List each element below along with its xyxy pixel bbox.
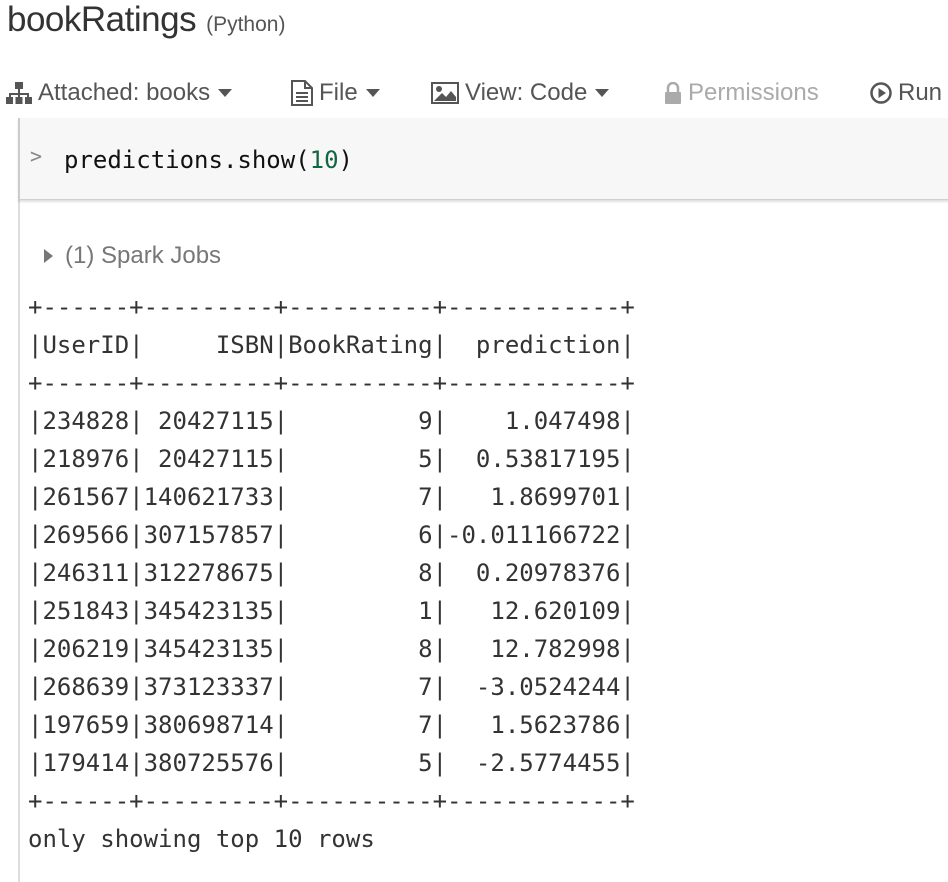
code-argument: 10: [309, 146, 339, 174]
file-icon: [291, 80, 313, 106]
caret-down-icon: [218, 89, 233, 97]
lock-icon: [665, 82, 681, 104]
permissions-label: Permissions: [688, 79, 819, 106]
code-call: predictions.show(: [64, 146, 310, 174]
table-row: |197659|380698714| 7| 1.5623786|: [28, 711, 635, 739]
caret-down-icon: [595, 89, 610, 97]
image-icon: [431, 82, 459, 104]
run-label: Run: [898, 79, 943, 106]
table-border: +------+---------+----------+-----------…: [28, 293, 635, 321]
code-line[interactable]: predictions.show(10): [64, 146, 353, 174]
permissions-button[interactable]: Permissions: [664, 76, 819, 110]
table-row: |206219|345423135| 8| 12.782998|: [28, 635, 635, 663]
notebook-title[interactable]: bookRatings: [7, 0, 197, 40]
view-menu[interactable]: View: Code: [431, 76, 610, 110]
caret-down-icon: [365, 89, 380, 97]
table-header: |UserID| ISBN|BookRating| prediction|: [28, 331, 635, 359]
spark-jobs-toggle[interactable]: (1) Spark Jobs: [44, 240, 221, 272]
spark-jobs-label: (1) Spark Jobs: [65, 242, 222, 269]
table-row: |179414|380725576| 5| -2.5774455|: [28, 749, 635, 777]
table-row: |261567|140621733| 7| 1.8699701|: [28, 483, 635, 511]
table-border: +------+---------+----------+-----------…: [28, 369, 635, 397]
code-cell[interactable]: > predictions.show(10): [18, 118, 948, 200]
table-border: +------+---------+----------+-----------…: [28, 787, 635, 815]
cell-gutter: [18, 118, 20, 882]
attached-label: Attached: books: [38, 79, 211, 106]
run-button[interactable]: Run: [870, 76, 942, 110]
attached-cluster-menu[interactable]: Attached: books: [6, 76, 233, 110]
table-row: |268639|373123337| 7| -3.0524244|: [28, 673, 635, 701]
notebook-title-bar: bookRatings (Python): [7, 0, 285, 48]
table-row: |234828| 20427115| 9| 1.047498|: [28, 407, 635, 435]
table-row: |218976| 20427115| 5| 0.53817195|: [28, 445, 635, 473]
notebook-language: (Python): [206, 13, 286, 36]
play-circle-icon: [870, 82, 892, 104]
cell-output: +------+---------+----------+-----------…: [28, 288, 635, 858]
view-label: View: Code: [465, 79, 588, 106]
notebook-toolbar: Attached: books File View: Code Permissi…: [0, 76, 948, 110]
file-label: File: [319, 79, 358, 106]
cell-prompt: >: [30, 144, 43, 168]
file-menu[interactable]: File: [291, 76, 380, 110]
output-footer: only showing top 10 rows: [28, 825, 375, 853]
cluster-icon: [6, 82, 32, 104]
table-row: |251843|345423135| 1| 12.620109|: [28, 597, 635, 625]
code-close: ): [338, 146, 353, 174]
table-row: |246311|312278675| 8| 0.20978376|: [28, 559, 635, 587]
expand-triangle-icon: [44, 249, 53, 263]
table-row: |269566|307157857| 6|-0.011166722|: [28, 521, 635, 549]
